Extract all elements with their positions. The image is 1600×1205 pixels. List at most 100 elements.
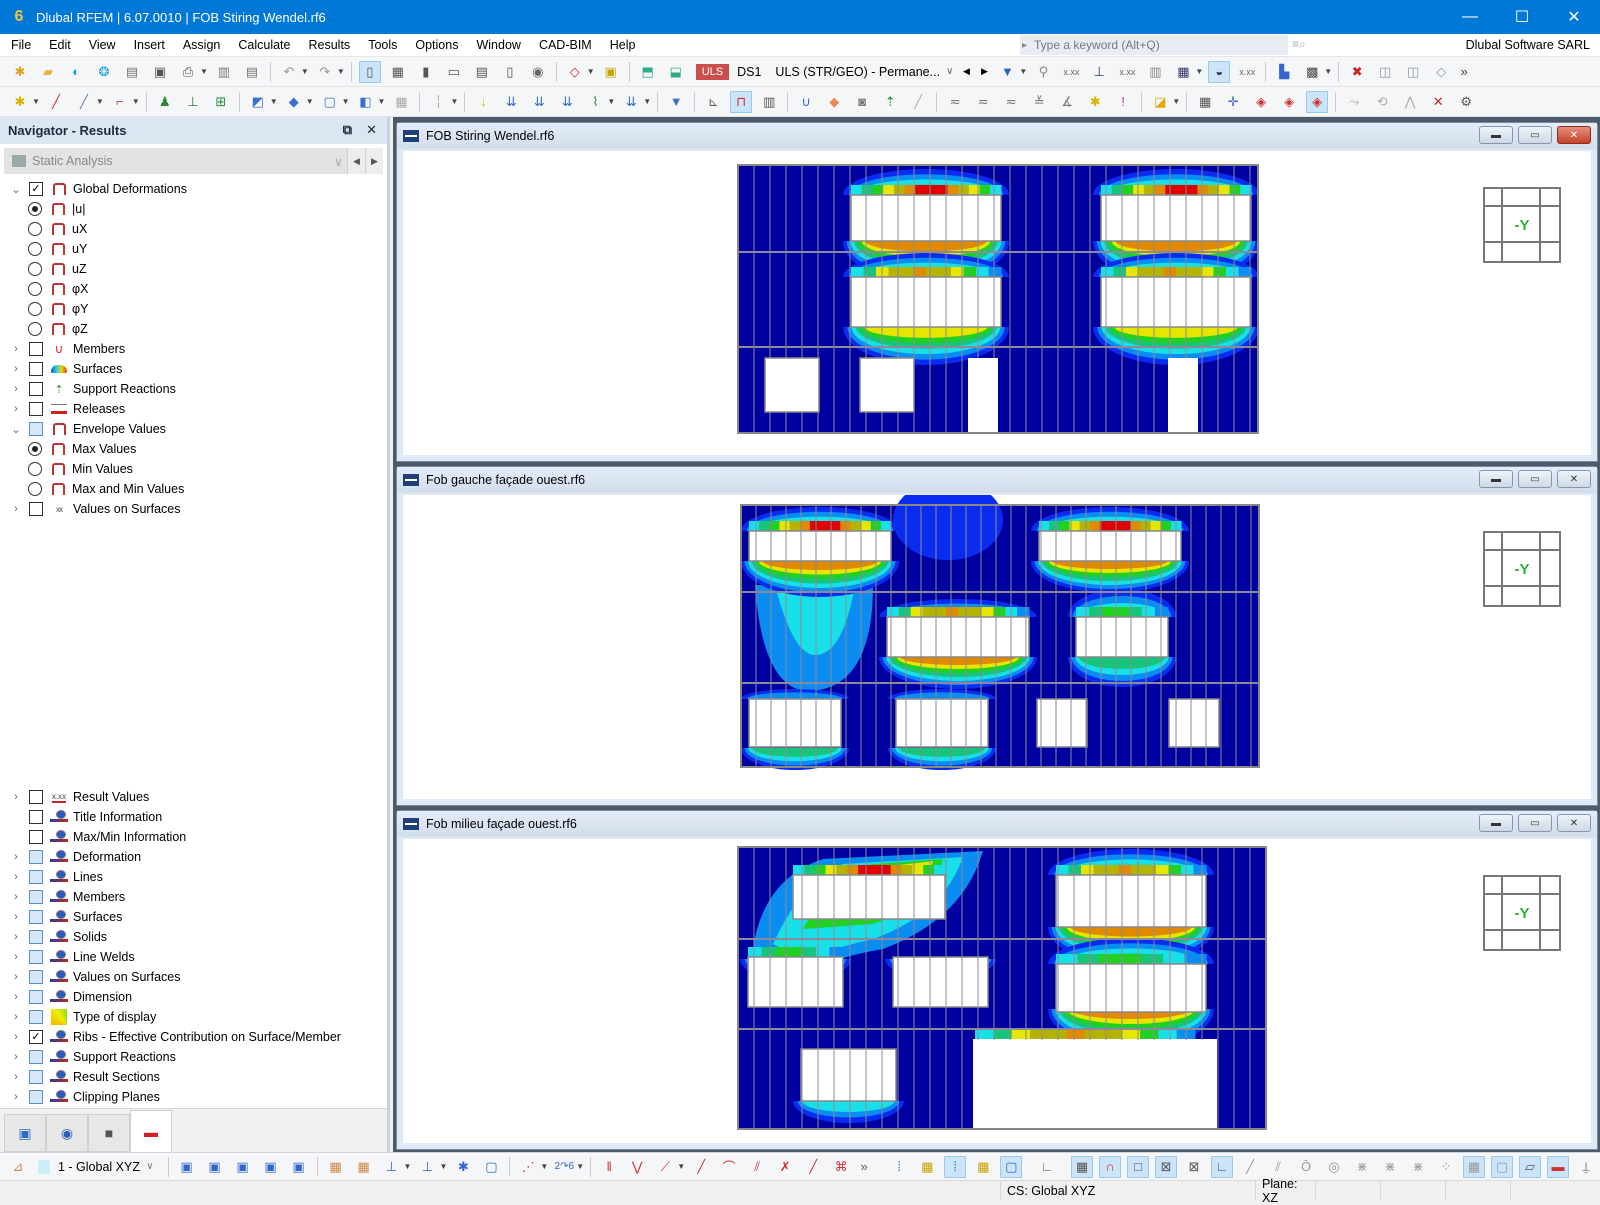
snap-line-icon[interactable]: ╱ bbox=[1239, 1156, 1261, 1178]
view-iso-icon[interactable]: ◇ bbox=[1430, 61, 1452, 83]
results-tree-item[interactable]: Min Values bbox=[0, 459, 387, 479]
snap-intersection-icon[interactable]: ⋇ bbox=[1351, 1156, 1373, 1178]
results-tree-item[interactable]: uZ bbox=[0, 259, 387, 279]
menu-help[interactable]: Help bbox=[599, 38, 643, 52]
object-snap-grid-icon[interactable]: ▦ bbox=[1463, 1155, 1486, 1178]
close-panel-icon[interactable]: ✕ bbox=[366, 122, 377, 138]
guide-line-icon[interactable]: ▦ bbox=[353, 1156, 375, 1178]
menu-edit[interactable]: Edit bbox=[38, 38, 78, 52]
undo-dropdown-icon[interactable]: ▼ bbox=[301, 67, 309, 76]
radio-button[interactable] bbox=[28, 242, 42, 256]
model-viewport-2[interactable]: -Y bbox=[403, 495, 1591, 799]
checkbox[interactable] bbox=[29, 422, 43, 436]
radio-button[interactable] bbox=[28, 282, 42, 296]
isolines-icon[interactable]: ▥ bbox=[1144, 61, 1166, 83]
display-tree-item[interactable]: › Line Welds bbox=[0, 947, 387, 967]
collapse-icon[interactable]: ⌄ bbox=[9, 423, 23, 436]
panel-icon[interactable]: ▮ bbox=[415, 61, 437, 83]
results-tree-item[interactable]: uX bbox=[0, 219, 387, 239]
radio-button[interactable] bbox=[28, 222, 42, 236]
values-line-icon[interactable]: x.xx bbox=[1116, 61, 1138, 83]
display-tab-icon[interactable]: ◉ bbox=[46, 1114, 88, 1152]
results-tree-item[interactable]: φZ bbox=[0, 319, 387, 339]
display-tree-item[interactable]: › x.xx Result Values bbox=[0, 787, 387, 807]
load-wizard-dropdown-icon[interactable]: ▼ bbox=[587, 67, 595, 76]
new-surface-icon[interactable]: ◩ bbox=[247, 91, 269, 113]
new-member-icon[interactable]: ╱ bbox=[73, 91, 95, 113]
checkbox[interactable] bbox=[29, 1050, 43, 1064]
display-tree-item[interactable]: › ✓ Ribs - Effective Contribution on Surfa… bbox=[0, 1027, 387, 1047]
result-values-icon[interactable]: x.xx bbox=[1060, 61, 1082, 83]
result-diagrams-icon[interactable]: ▙ bbox=[1273, 61, 1295, 83]
maximize-button[interactable]: ☐ bbox=[1496, 0, 1548, 34]
expand-icon[interactable]: › bbox=[9, 871, 23, 883]
dimension-line-dropdown-icon[interactable]: ▼ bbox=[404, 1162, 412, 1171]
settings-icon[interactable]: ⚙ bbox=[1455, 91, 1477, 113]
snap-dropdown-icon[interactable]: ▼ bbox=[540, 1162, 548, 1171]
results-tree-item[interactable]: φY bbox=[0, 299, 387, 319]
menu-assign[interactable]: Assign bbox=[172, 38, 228, 52]
view-cube[interactable]: -Y bbox=[1483, 875, 1561, 951]
radio-button[interactable] bbox=[28, 322, 42, 336]
menu-file[interactable]: File bbox=[0, 38, 38, 52]
checkbox[interactable] bbox=[29, 930, 43, 944]
results-tree-item[interactable]: φX bbox=[0, 279, 387, 299]
new-solid-icon[interactable]: ◆ bbox=[283, 91, 305, 113]
properties-icon[interactable]: ▯ bbox=[499, 61, 521, 83]
checkbox[interactable] bbox=[29, 970, 43, 984]
expand-icon[interactable]: › bbox=[9, 363, 23, 375]
rib-results-3-icon[interactable]: ≂ bbox=[1000, 91, 1022, 113]
expand-icon[interactable]: › bbox=[9, 1091, 23, 1103]
line-support-icon[interactable]: ⊥ bbox=[182, 91, 204, 113]
building-icon[interactable]: ▦ bbox=[390, 91, 412, 113]
expand-icon[interactable]: › bbox=[9, 911, 23, 923]
imperfection-dropdown-icon[interactable]: ▼ bbox=[607, 97, 615, 106]
window-close-button[interactable]: ✕ bbox=[1557, 814, 1591, 832]
grid-icon[interactable]: ▦ bbox=[1194, 91, 1216, 113]
menu-window[interactable]: Window bbox=[465, 38, 527, 52]
checkbox[interactable] bbox=[29, 402, 43, 416]
cloud-icon[interactable]: ◐ bbox=[65, 61, 87, 83]
new-line-icon[interactable]: ╱ bbox=[45, 91, 67, 113]
opening-dropdown-icon[interactable]: ▼ bbox=[342, 97, 350, 106]
display-tree-item[interactable]: › Result Sections bbox=[0, 1067, 387, 1087]
window-close-button[interactable]: ✕ bbox=[1557, 126, 1591, 144]
display-settings-icon[interactable]: ▦ bbox=[1172, 61, 1194, 83]
expand-icon[interactable]: › bbox=[9, 403, 23, 415]
menu-cad-bim[interactable]: CAD-BIM bbox=[528, 38, 599, 52]
next-combination-button[interactable]: ▶ bbox=[978, 61, 990, 83]
load-wizard-icon[interactable]: ◇ bbox=[564, 61, 586, 83]
delete-icon[interactable]: ✕ bbox=[1427, 91, 1449, 113]
menu-results[interactable]: Results bbox=[298, 38, 358, 52]
result-probe-icon[interactable]: ⚲ bbox=[1032, 61, 1054, 83]
show-results-icon[interactable]: ◒ bbox=[1208, 60, 1231, 83]
keyword-search-input[interactable]: Type a keyword (Alt+Q) bbox=[1020, 35, 1288, 55]
window-minimize-button[interactable]: ▬ bbox=[1479, 470, 1513, 488]
expand-icon[interactable]: › bbox=[9, 971, 23, 983]
snap-points-icon[interactable]: ⁘ bbox=[1435, 1156, 1457, 1178]
new-node-icon[interactable]: ✱ bbox=[9, 91, 31, 113]
expand-icon[interactable]: › bbox=[9, 1071, 23, 1083]
angle-lines-icon[interactable]: ⋁ bbox=[626, 1156, 648, 1178]
display-tree-item[interactable]: › Dimension bbox=[0, 987, 387, 1007]
snap-midpoint-icon[interactable]: ⊠ bbox=[1183, 1156, 1205, 1178]
analysis-type-select[interactable]: Static Analysis ∨ ◀ ▶ bbox=[4, 148, 383, 174]
animation-icon[interactable]: ▥ bbox=[758, 91, 780, 113]
display-dropdown-icon[interactable]: ▼ bbox=[1195, 67, 1203, 76]
redo-icon[interactable]: ↷ bbox=[314, 61, 336, 83]
display-tree-item[interactable]: › Support Reactions bbox=[0, 1047, 387, 1067]
display-tree-item[interactable]: › Clipping Planes bbox=[0, 1087, 387, 1107]
window-restore-button[interactable]: ▭ bbox=[1518, 470, 1552, 488]
next-analysis-button[interactable]: ▶ bbox=[365, 148, 383, 174]
member-results-icon[interactable]: ∪ bbox=[795, 91, 817, 113]
report-new-icon[interactable]: ▥ bbox=[213, 61, 235, 83]
free-load-icon[interactable]: ⇊ bbox=[620, 91, 642, 113]
mirror-icon[interactable]: ⋀ bbox=[1399, 91, 1421, 113]
results-tree-item[interactable]: › Releases bbox=[0, 399, 387, 419]
expand-icon[interactable]: › bbox=[9, 1051, 23, 1063]
model-window-3[interactable]: Fob milieu façade ouest.rf6 ▬ ▭ ✕ -Y bbox=[396, 810, 1598, 1150]
polyline-icon[interactable]: ⟋ bbox=[654, 1156, 676, 1178]
webinar-icon[interactable]: ◉ bbox=[527, 61, 549, 83]
checkbox[interactable] bbox=[29, 502, 43, 516]
float-panel-icon[interactable]: ⧉ bbox=[343, 122, 352, 138]
